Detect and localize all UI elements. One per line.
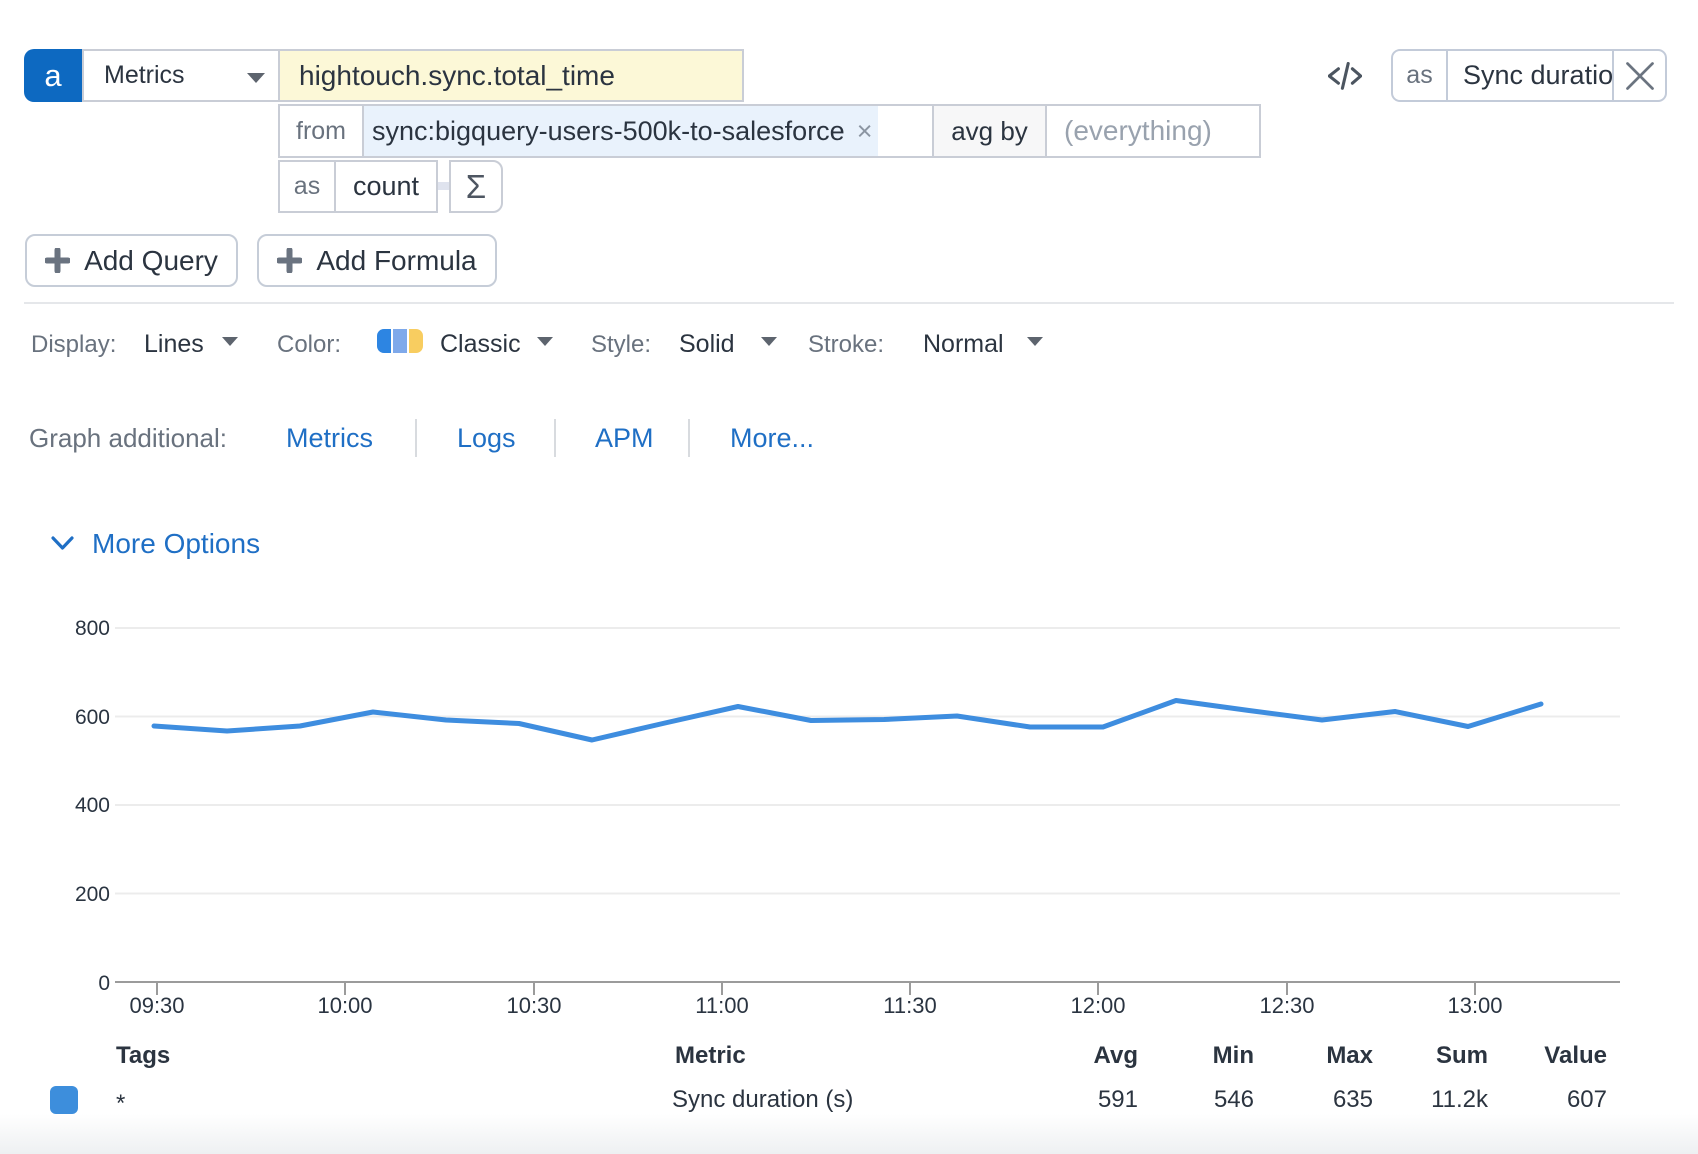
svg-text:11:00: 11:00 (695, 993, 748, 1018)
svg-text:0: 0 (98, 972, 110, 995)
svg-text:10:00: 10:00 (317, 993, 372, 1018)
svg-text:12:30: 12:30 (1259, 993, 1314, 1018)
svg-text:09:30: 09:30 (129, 993, 184, 1018)
svg-text:600: 600 (75, 706, 110, 729)
svg-text:13:00: 13:00 (1447, 993, 1502, 1018)
svg-text:800: 800 (75, 617, 110, 640)
svg-text:11:30: 11:30 (883, 993, 936, 1018)
svg-text:400: 400 (75, 794, 110, 817)
svg-text:10:30: 10:30 (506, 993, 561, 1018)
svg-text:12:00: 12:00 (1070, 993, 1125, 1018)
svg-text:200: 200 (75, 883, 110, 906)
